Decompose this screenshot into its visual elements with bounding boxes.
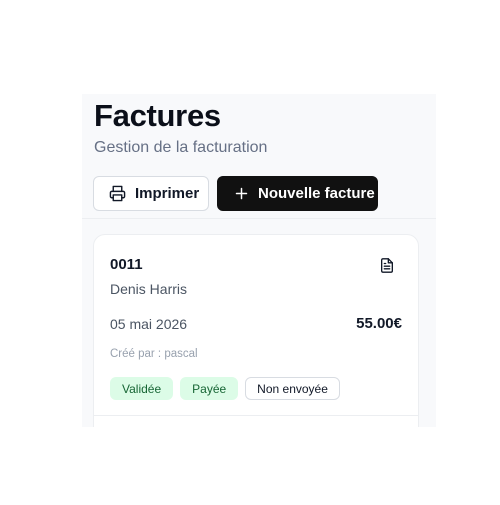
invoices-screen: Factures Gestion de la facturation Impri… xyxy=(82,94,436,427)
page-subtitle: Gestion de la facturation xyxy=(94,139,268,156)
card-divider xyxy=(94,415,418,416)
document-icon[interactable] xyxy=(379,257,395,279)
status-badge-not-sent: Non envoyée xyxy=(245,377,340,400)
print-button[interactable]: Imprimer xyxy=(93,176,209,211)
new-invoice-button-label: Nouvelle facture xyxy=(258,185,375,202)
plus-icon xyxy=(234,186,249,201)
print-button-label: Imprimer xyxy=(135,185,200,202)
header-divider xyxy=(82,218,436,219)
page-title: Factures xyxy=(94,98,221,133)
status-badge-validated: Validée xyxy=(110,377,174,400)
printer-icon xyxy=(109,185,126,202)
status-badge-paid: Payée xyxy=(180,377,239,400)
invoice-card[interactable]: 0011 Denis Harris 05 mai 2026 55.00€ Cré… xyxy=(93,234,419,427)
invoice-client: Denis Harris xyxy=(110,281,188,297)
invoice-date: 05 mai 2026 xyxy=(110,316,188,332)
invoice-number: 0011 xyxy=(110,256,143,273)
new-invoice-button[interactable]: Nouvelle facture xyxy=(217,176,378,211)
invoice-amount: 55.00€ xyxy=(356,315,402,332)
invoice-created-by: Créé par : pascal xyxy=(110,348,198,360)
invoice-status-badges: Validée Payée Non envoyée xyxy=(110,377,347,400)
